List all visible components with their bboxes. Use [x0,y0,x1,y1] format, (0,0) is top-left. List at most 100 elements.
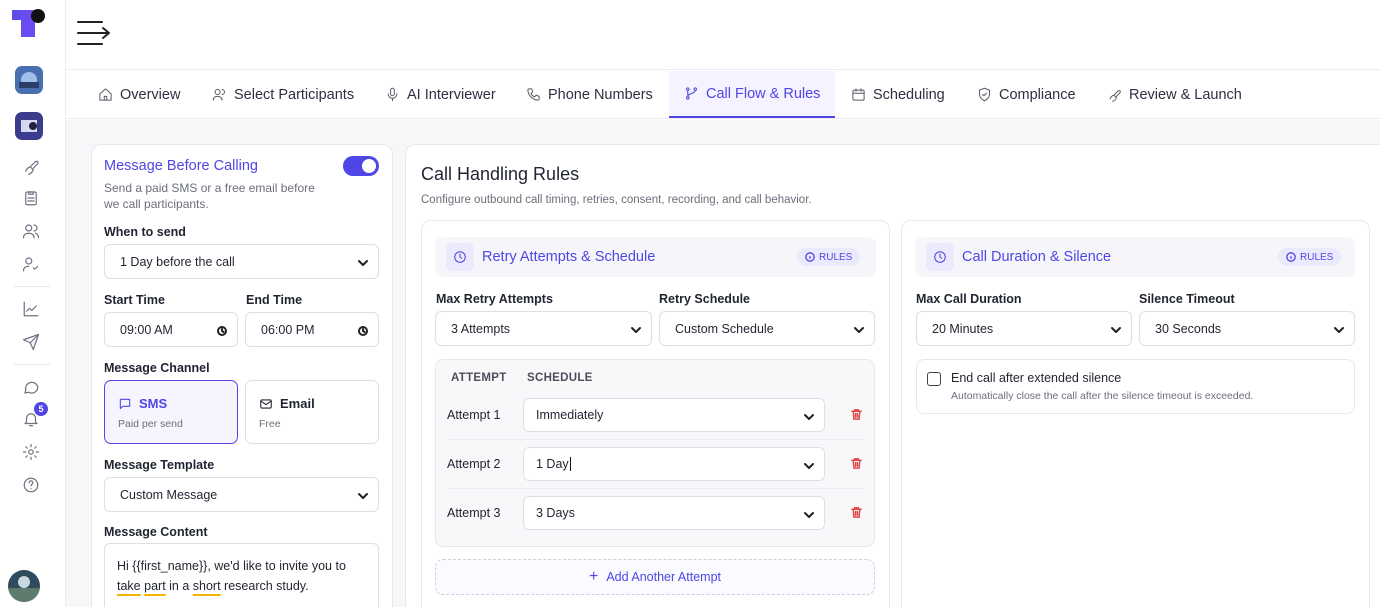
tab-label: Phone Numbers [548,86,653,103]
rules-badge[interactable]: RULES [1278,248,1342,266]
text-cursor [569,457,571,471]
retry-title: Retry Attempts & Schedule [482,249,656,265]
channel-email-option[interactable]: Email Free [245,380,379,444]
tab-compliance[interactable]: Compliance [962,71,1091,118]
tab-label: Scheduling [873,86,945,103]
chevron-down-icon [804,411,814,425]
max-duration-value: 20 Minutes [932,321,994,336]
call-rules-title: Call Handling Rules [421,164,580,184]
max-retry-value: 3 Attempts [451,321,511,336]
tab-call-flow-rules[interactable]: Call Flow & Rules [669,71,836,118]
tab-bar: Overview Select Participants AI Intervie… [66,71,1380,119]
trash-icon[interactable] [850,457,864,471]
help-icon[interactable] [20,474,42,496]
tab-ai-interviewer[interactable]: AI Interviewer [370,71,511,118]
attempt-label: Attempt 3 [447,506,501,520]
attempt-1-select[interactable]: Immediately [523,398,825,432]
users-icon [212,89,225,101]
chevron-down-icon [804,509,814,523]
add-attempt-label: Add Another Attempt [606,570,721,584]
clipboard-icon[interactable] [20,187,42,209]
trash-icon[interactable] [850,506,864,520]
silence-timeout-label: Silence Timeout [1139,292,1235,306]
tab-select-participants[interactable]: Select Participants [197,71,369,118]
retry-schedule-value: Custom Schedule [675,321,774,336]
chevron-down-icon [1111,324,1121,334]
max-duration-select[interactable]: 20 Minutes [916,311,1132,346]
user-check-icon[interactable] [20,253,42,275]
retry-section-header: Retry Attempts & Schedule RULES [435,237,876,277]
attempt-2-select[interactable]: 1 Day [523,447,825,481]
trash-icon[interactable] [850,408,864,422]
badge-label: RULES [819,251,853,263]
chevron-down-icon [358,490,368,500]
message-toggle[interactable] [343,156,379,176]
info-icon [805,252,815,262]
end-time-input[interactable]: 06:00 PM [245,312,379,347]
gear-icon[interactable] [20,441,42,463]
tab-phone-numbers[interactable]: Phone Numbers [511,71,668,118]
avatar[interactable] [8,570,40,602]
when-to-send-select[interactable]: 1 Day before the call [104,244,379,279]
retry-schedule-select[interactable]: Custom Schedule [659,311,875,346]
rocket-icon[interactable] [20,155,42,177]
chart-icon[interactable] [20,298,42,320]
workspace-thumb-1[interactable] [15,66,43,94]
channel-sub: Free [259,418,281,430]
tab-review-launch[interactable]: Review & Launch [1092,71,1257,118]
sidebar-rail: 5 [0,0,66,607]
max-retry-select[interactable]: 3 Attempts [435,311,652,346]
max-duration-label: Max Call Duration [916,292,1022,306]
silence-timeout-select[interactable]: 30 Seconds [1139,311,1355,346]
users-icon[interactable] [20,220,42,242]
tab-overview[interactable]: Overview [83,71,195,118]
tab-scheduling[interactable]: Scheduling [836,71,960,118]
add-attempt-button[interactable]: + Add Another Attempt [435,559,875,595]
chevron-down-icon [1334,324,1344,334]
column-header-schedule: SCHEDULE [527,372,593,384]
clock-icon [446,243,474,271]
plus-icon: + [588,568,599,585]
info-icon [1286,252,1296,262]
attempt-value: Immediately [536,408,604,422]
top-bar [66,0,1380,70]
message-content-textarea[interactable]: Hi {{first_name}}, we'd like to invite y… [104,543,379,607]
column-header-attempt: ATTEMPT [451,372,507,384]
menu-toggle-icon[interactable] [76,18,112,48]
message-template-label: Message Template [104,458,215,472]
notification-badge: 5 [34,402,48,416]
channel-sms-option[interactable]: SMS Paid per send [104,380,238,444]
tab-label: Compliance [999,86,1076,103]
message-channel-label: Message Channel [104,361,210,375]
app-logo[interactable] [12,8,48,38]
content-text: in a [165,579,193,593]
call-rules-subtitle: Configure outbound call timing, retries,… [421,194,812,206]
end-call-silence-label: End call after extended silence [951,371,1122,385]
tab-label: Review & Launch [1129,86,1242,103]
duration-title: Call Duration & Silence [962,249,1112,265]
mic-icon [387,87,398,102]
tab-label: Overview [120,86,181,103]
spell-word: short [192,579,221,593]
start-time-label: Start Time [104,293,165,307]
send-icon[interactable] [20,331,42,353]
start-time-input[interactable]: 09:00 AM [104,312,238,347]
mail-icon [260,398,272,409]
chat-icon[interactable] [20,376,42,398]
tab-label: Select Participants [234,86,355,103]
when-to-send-value: 1 Day before the call [120,254,235,269]
attempt-3-select[interactable]: 3 Days [523,496,825,530]
attempt-value: 1 Day [536,457,569,471]
message-panel-title: Message Before Calling [104,158,258,174]
channel-sub: Paid per send [118,418,183,430]
chevron-down-icon [631,324,641,334]
chevron-down-icon [804,460,814,474]
end-call-silence-sub: Automatically close the call after the s… [951,390,1254,402]
retry-schedule-label: Retry Schedule [659,292,751,306]
end-call-silence-checkbox[interactable] [927,372,941,386]
silence-option-card [916,359,1355,414]
message-template-select[interactable]: Custom Message [104,477,379,512]
chevron-down-icon [854,324,864,334]
rules-badge[interactable]: RULES [797,248,861,266]
workspace-thumb-2[interactable] [15,112,43,140]
